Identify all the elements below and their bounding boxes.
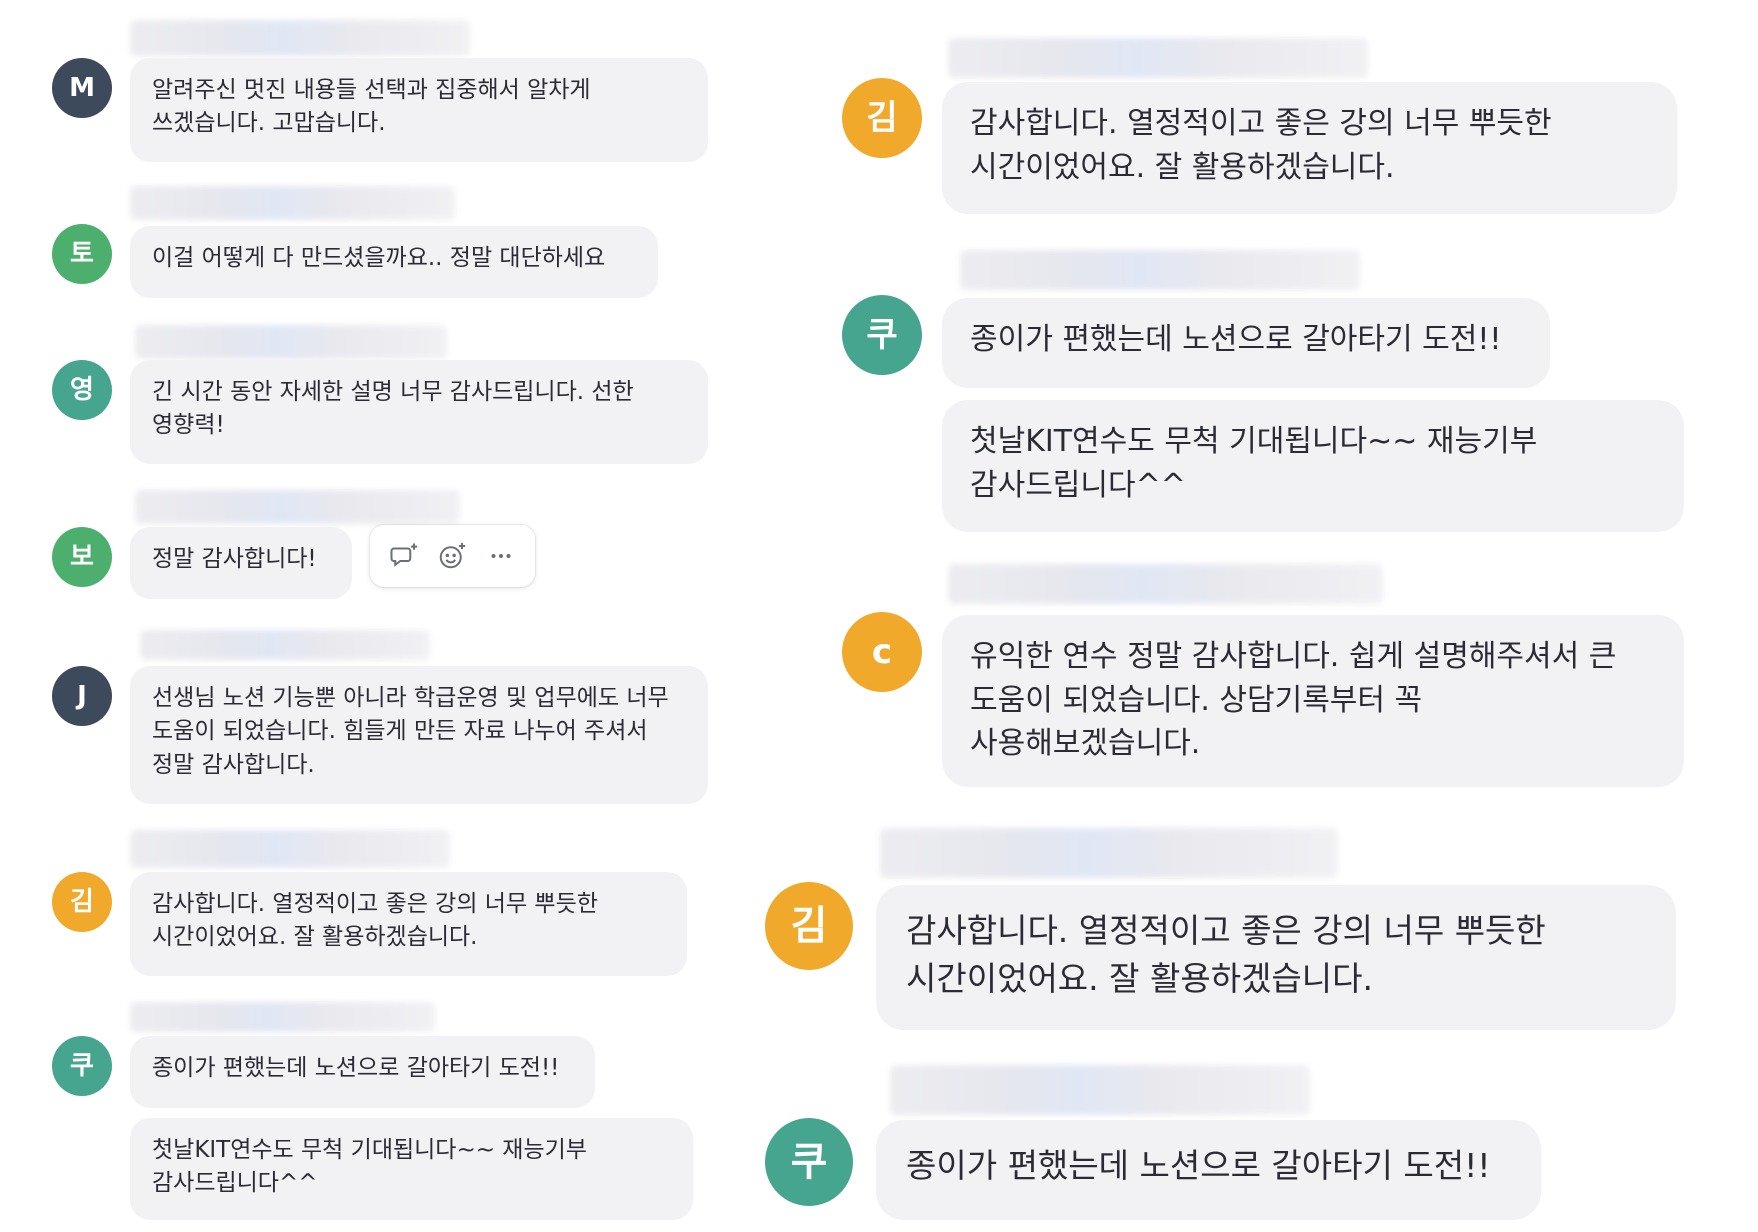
avatar[interactable]: 쿠 (765, 1118, 853, 1206)
message-bubble[interactable]: 종이가 편했는데 노션으로 갈아타기 도전!! (942, 298, 1550, 388)
sender-name-redacted (130, 20, 470, 56)
sender-name-redacted (948, 564, 1383, 604)
avatar[interactable]: 토 (52, 224, 112, 284)
avatar[interactable]: 김 (842, 78, 922, 158)
avatar[interactable]: 김 (765, 882, 853, 970)
avatar[interactable]: M (52, 58, 112, 118)
add-reaction-button[interactable] (432, 536, 472, 576)
avatar[interactable]: 쿠 (52, 1036, 112, 1096)
message-bubble[interactable]: 이걸 어떻게 다 만드셨을까요.. 정말 대단하세요 (130, 226, 658, 298)
sender-name-redacted (135, 490, 460, 524)
avatar[interactable]: c (842, 612, 922, 692)
avatar[interactable]: J (52, 666, 112, 726)
message-hover-toolbar (370, 525, 535, 587)
reply-thread-button[interactable] (384, 536, 424, 576)
sender-name-redacted (130, 1002, 435, 1032)
sender-name-redacted (135, 325, 447, 359)
avatar[interactable]: 보 (52, 527, 112, 587)
sender-name-redacted (130, 830, 450, 868)
message-bubble[interactable]: 긴 시간 동안 자세한 설명 너무 감사드립니다. 선한 영향력! (130, 360, 708, 464)
message-bubble[interactable]: 감사합니다. 열정적이고 좋은 강의 너무 뿌듯한 시간이었어요. 잘 활용하겠… (876, 885, 1676, 1030)
avatar[interactable]: 김 (52, 872, 112, 932)
sender-name-redacted (140, 630, 430, 660)
message-bubble[interactable]: 유익한 연수 정말 감사합니다. 쉽게 설명해주셔서 큰 도움이 되었습니다. … (942, 615, 1684, 787)
message-bubble[interactable]: 감사합니다. 열정적이고 좋은 강의 너무 뿌듯한 시간이었어요. 잘 활용하겠… (942, 82, 1677, 214)
sender-name-redacted (880, 828, 1338, 878)
sender-name-redacted (960, 250, 1360, 290)
message-bubble[interactable]: 정말 감사합니다! (130, 527, 352, 599)
avatar[interactable]: 영 (52, 360, 112, 420)
message-bubble[interactable]: 종이가 편했는데 노션으로 갈아타기 도전!! (130, 1036, 595, 1108)
message-bubble[interactable]: 첫날KIT연수도 무척 기대됩니다~~ 재능기부 감사드립니다^^ (942, 400, 1684, 532)
message-bubble[interactable]: 종이가 편했는데 노션으로 갈아타기 도전!! (876, 1120, 1541, 1220)
message-bubble[interactable]: 선생님 노션 기능뿐 아니라 학급운영 및 업무에도 너무 도움이 되었습니다.… (130, 666, 708, 804)
reply-thread-icon (390, 543, 418, 567)
avatar[interactable]: 쿠 (842, 295, 922, 375)
message-bubble[interactable]: 알려주신 멋진 내용들 선택과 집중해서 알차게 쓰겠습니다. 고맙습니다. (130, 58, 708, 162)
message-bubble[interactable]: 첫날KIT연수도 무척 기대됩니다~~ 재능기부 감사드립니다^^ (130, 1118, 693, 1220)
sender-name-redacted (890, 1065, 1310, 1115)
sender-name-redacted (948, 38, 1368, 78)
message-bubble[interactable]: 감사합니다. 열정적이고 좋은 강의 너무 뿌듯한 시간이었어요. 잘 활용하겠… (130, 872, 687, 976)
more-options-button[interactable] (481, 536, 521, 576)
add-reaction-icon (440, 542, 466, 569)
sender-name-redacted (130, 186, 455, 220)
more-options-icon (491, 554, 511, 558)
